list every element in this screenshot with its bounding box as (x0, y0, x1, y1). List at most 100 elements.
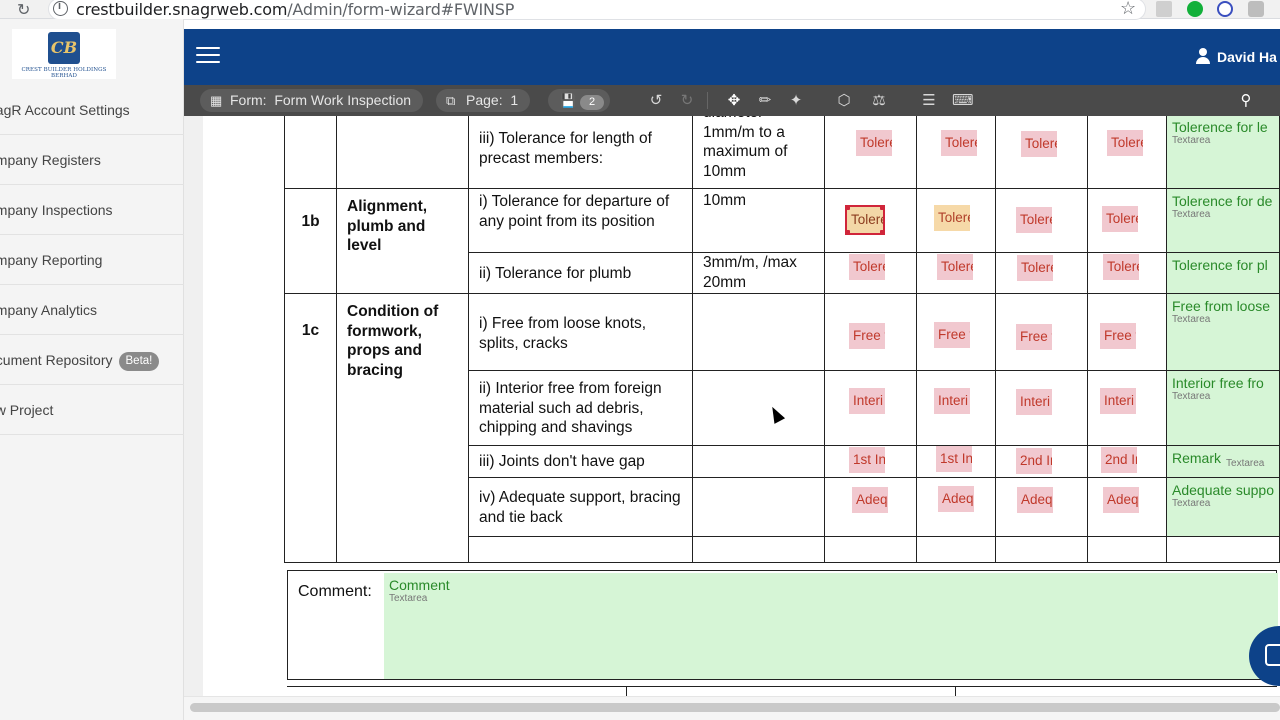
item-description: i) Free from loose knots, splits, cracks (468, 293, 693, 371)
sidebar-item-document-repository[interactable]: ocument Repository Beta! (0, 335, 184, 385)
form-field[interactable]: Adequ (852, 487, 888, 513)
page-number: 1 (510, 92, 519, 108)
comment-section: Comment: Comment Textarea (287, 570, 1278, 680)
form-field[interactable]: Tolere (934, 205, 970, 231)
form-field[interactable]: 2nd In (1016, 448, 1052, 474)
tolerance-text: 10mm (692, 188, 825, 253)
undo-icon[interactable]: ↺ (647, 91, 665, 109)
form-field[interactable]: Interi (934, 388, 970, 414)
selected-form-field[interactable]: Tolere (845, 205, 885, 235)
extension-gray-icon[interactable] (1248, 1, 1264, 17)
form-field[interactable]: Free f (1100, 323, 1136, 349)
extension-drive-icon[interactable] (1156, 1, 1172, 17)
form-field[interactable]: Adequ (1017, 487, 1053, 513)
saved-count-badge: 2 (580, 95, 605, 110)
tolerance-text: 1mm/m to a maximum of 10mm (703, 123, 788, 180)
sliders-icon[interactable]: ☰ (920, 91, 938, 109)
form-label: Form: (230, 92, 267, 108)
zoom-icon[interactable]: ⚲ (1237, 91, 1255, 109)
form-field[interactable]: Tolere (1016, 207, 1052, 233)
move-icon[interactable]: ✥ (725, 91, 743, 109)
magic-wand-icon[interactable]: ✦ (787, 91, 805, 109)
company-logo[interactable]: CB CREST BUILDER HOLDINGS BERHAD (12, 29, 116, 79)
page-label: Page: (466, 92, 503, 108)
reload-icon[interactable]: ↻ (17, 0, 30, 20)
form-name-pill[interactable]: ▦ Form: Form Work Inspection (200, 89, 424, 112)
tolerance-text: 3mm/m, /max 20mm (692, 252, 825, 294)
keyboard-icon[interactable]: ⌨ (952, 91, 974, 109)
form-field[interactable]: Tolere (1021, 131, 1057, 157)
form-name: Form Work Inspection (274, 92, 412, 108)
extension-green-icon[interactable] (1187, 1, 1203, 17)
horizontal-scrollbar[interactable] (184, 696, 1280, 720)
form-field[interactable]: Free f (934, 322, 970, 348)
sidebar-item-reporting[interactable]: ompany Reporting (0, 235, 184, 285)
form-field[interactable]: Tolere (1103, 254, 1139, 280)
form-field[interactable]: Interi (849, 388, 885, 414)
logo-caption: CREST BUILDER HOLDINGS BERHAD (21, 67, 107, 79)
item-description: ii) Tolerance for plumb (468, 252, 693, 294)
sidebar-item-inspections[interactable]: ompany Inspections (0, 185, 184, 235)
remark-field[interactable]: Interior free fro Textarea (1166, 370, 1280, 446)
remark-field[interactable]: Adequate suppo Textarea (1166, 477, 1280, 537)
browser-address-bar: ↻ crestbuilder.snagrweb.com/Admin/form-w… (0, 0, 1280, 20)
form-toolbar: ▦ Form: Form Work Inspection ⧉ Page: 1 💾… (184, 85, 1280, 116)
form-field[interactable]: Tolere (941, 130, 977, 156)
save-icon: 💾 (560, 93, 577, 108)
form-field[interactable]: Free f (849, 323, 885, 349)
url-text[interactable]: crestbuilder.snagrweb.com/Admin/form-wiz… (76, 0, 514, 19)
form-field[interactable]: 1st In (849, 447, 885, 473)
form-field[interactable]: Tolere (856, 130, 892, 156)
form-field[interactable]: Tolere (937, 254, 973, 280)
form-field[interactable]: 1st In (936, 446, 972, 472)
item-description: iv) Adequate support, bracing and tie ba… (468, 477, 693, 537)
comment-label: Comment: (298, 583, 372, 600)
remark-field[interactable]: Tolerence for de Textarea (1166, 188, 1280, 253)
sidebar-item-analytics[interactable]: ompany Analytics (0, 285, 184, 335)
form-field[interactable]: Tolere (1102, 206, 1138, 232)
form-field[interactable]: Tolere (1017, 255, 1053, 281)
form-field[interactable]: Tolere (1107, 130, 1143, 156)
user-icon (1196, 48, 1210, 64)
menu-icon[interactable] (196, 47, 220, 67)
save-pill[interactable]: 💾 2 (548, 89, 611, 112)
extension-block-icon[interactable] (1217, 1, 1233, 17)
site-info-icon[interactable] (53, 0, 68, 16)
sidebar-item-account-settings[interactable]: nagR Account Settings (0, 85, 184, 135)
remark-field[interactable]: Tolerence for le Textarea (1166, 116, 1280, 189)
form-field[interactable]: Adequ (1103, 487, 1139, 513)
sidebar: CB CREST BUILDER HOLDINGS BERHAD nagR Ac… (0, 19, 184, 720)
top-header: David Ha (184, 29, 1280, 85)
document-canvas: iii) Tolerance for length of precast mem… (184, 116, 1280, 696)
pencil-icon[interactable]: ✏ (756, 91, 774, 109)
section-title: Alignment, plumb and level (336, 188, 469, 294)
table-row: 1c Condition of formwork, props and brac… (284, 293, 1280, 563)
form-field[interactable]: 2nd In (1101, 447, 1137, 473)
section-code: 1b (284, 188, 337, 294)
cube-icon[interactable]: ⬡ (835, 91, 853, 109)
form-field[interactable]: Adequ (938, 486, 974, 512)
page-pill[interactable]: ⧉ Page: 1 (436, 89, 531, 112)
form-field[interactable]: Free f (1016, 324, 1052, 350)
remark-field[interactable]: Tolerence for pl (1166, 252, 1280, 294)
table-row: 1b Alignment, plumb and level i) Toleran… (284, 188, 1280, 294)
sidebar-item-new-project[interactable]: ew Project (0, 385, 184, 435)
form-field[interactable]: Tolere (849, 254, 885, 280)
remark-field[interactable]: Remark Textarea (1166, 445, 1280, 478)
scrollbar-thumb[interactable] (190, 703, 1280, 712)
user-menu[interactable]: David Ha (1196, 46, 1277, 65)
toolbar-divider (707, 92, 708, 109)
sidebar-item-registers[interactable]: ompany Registers (0, 135, 184, 185)
form-field[interactable]: Interi (1016, 389, 1052, 415)
balance-scale-icon[interactable]: ⚖ (870, 91, 888, 109)
pages-icon: ⧉ (446, 93, 456, 108)
redo-icon[interactable]: ↻ (678, 91, 696, 109)
comment-field[interactable]: Comment Textarea (384, 573, 1278, 679)
section-title: Condition of formwork, props and bracing (336, 293, 469, 563)
inspection-table: iii) Tolerance for length of precast mem… (284, 116, 1280, 563)
form-field[interactable]: Interi (1100, 388, 1136, 414)
tolerance-cell: diameter 1mm/m to a maximum of 10mm (692, 116, 825, 189)
remark-field[interactable]: Free from loose Textarea (1166, 293, 1280, 371)
item-description: iii) Tolerance for length of precast mem… (468, 116, 693, 189)
bookmark-star-icon[interactable]: ☆ (1120, 0, 1136, 19)
